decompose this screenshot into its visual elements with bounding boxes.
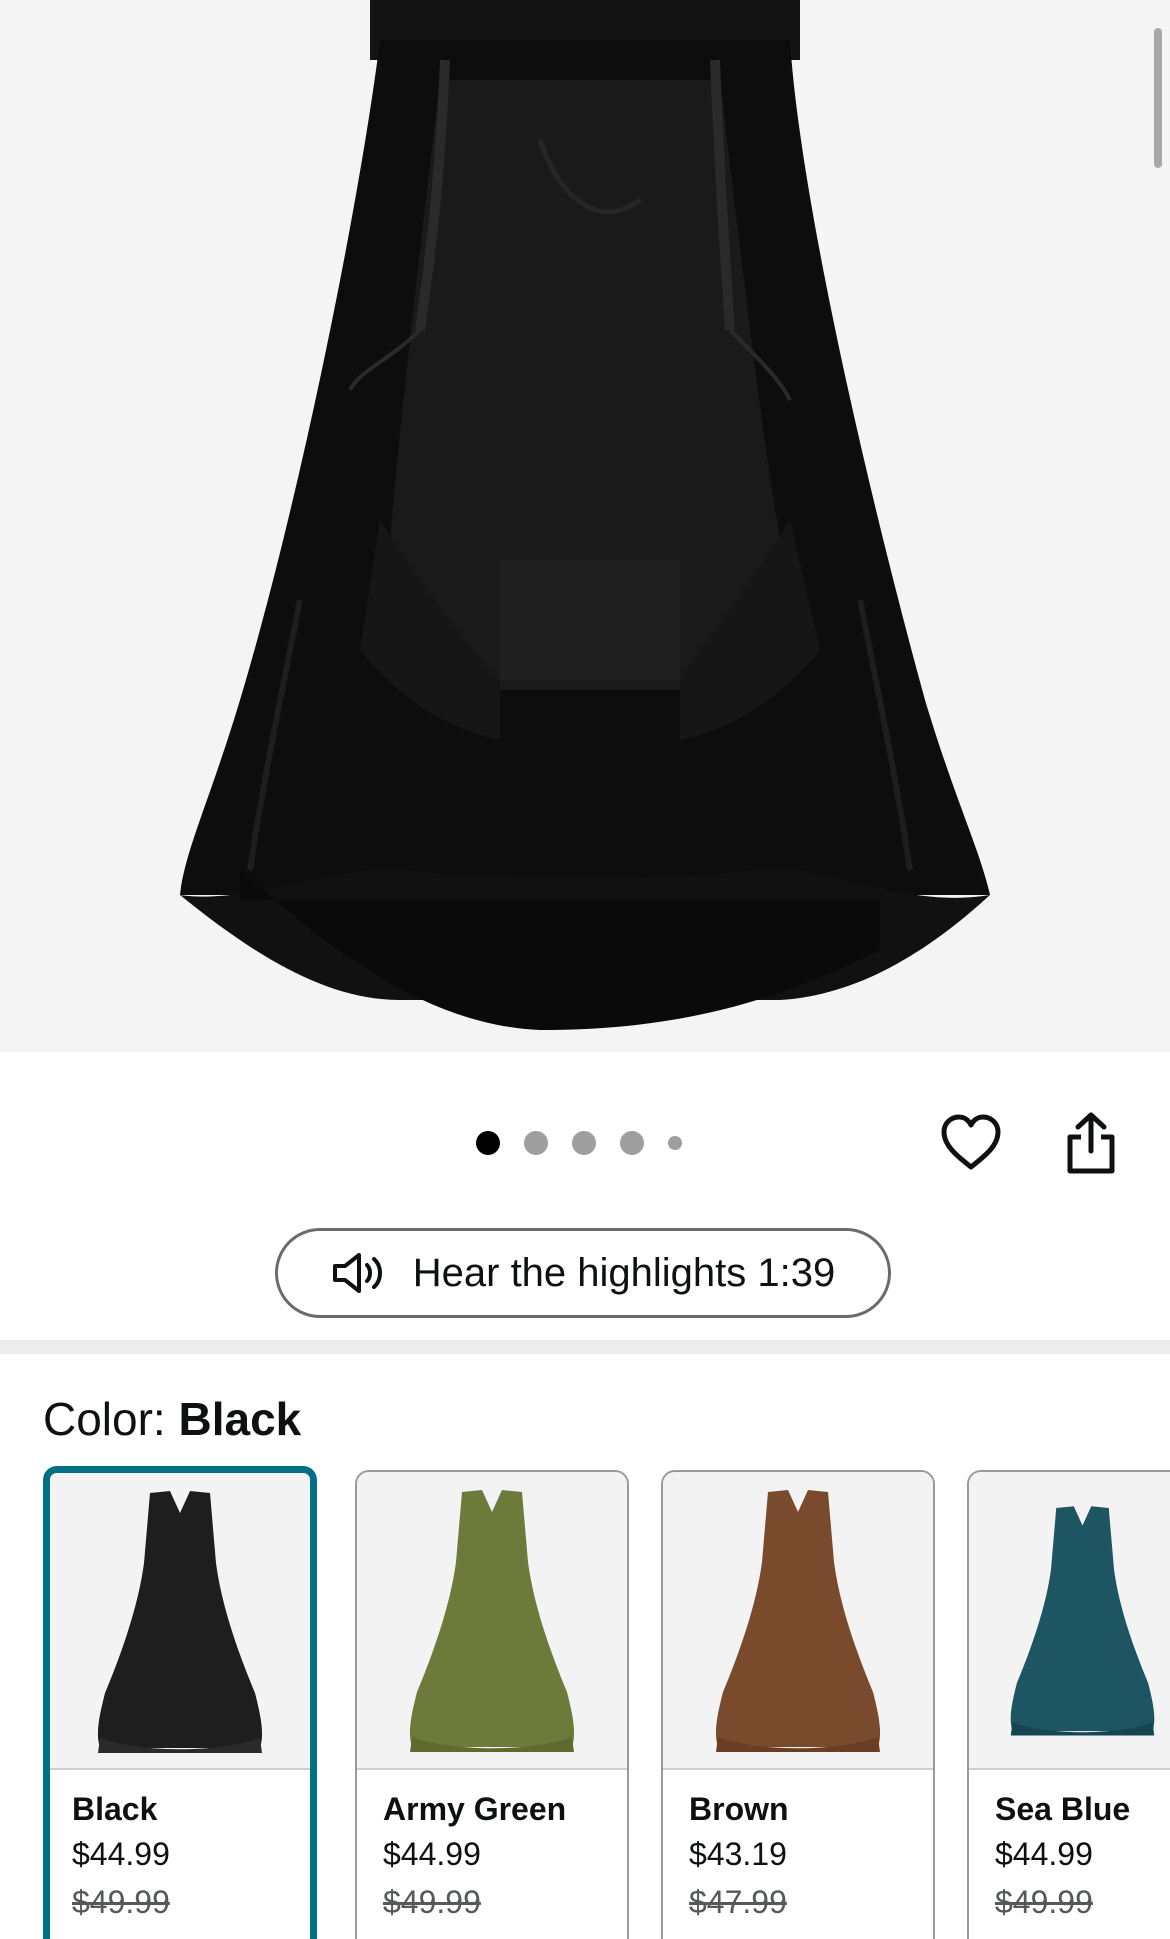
swatch-name: Sea Blue	[995, 1791, 1131, 1827]
swatch-thumbnail	[969, 1472, 1170, 1770]
pagination-dot-2[interactable]	[524, 1131, 548, 1155]
pagination-dot-4[interactable]	[620, 1131, 644, 1155]
swatch-card-sea-blue[interactable]: Sea Blue $44.99 $49.99	[967, 1470, 1170, 1939]
scrollbar[interactable]	[1154, 28, 1162, 168]
color-selection-label: Color: Black	[43, 1392, 301, 1446]
swatch-card-black[interactable]: Black $44.99 $49.99	[43, 1466, 317, 1939]
hear-highlights-button[interactable]: Hear the highlights 1:39	[275, 1228, 891, 1318]
favorite-button[interactable]	[936, 1108, 1006, 1178]
image-pagination-dots	[476, 1128, 682, 1158]
swatch-thumbnail	[663, 1472, 933, 1770]
swatch-name: Army Green	[383, 1791, 567, 1827]
swatch-thumbnail	[357, 1472, 627, 1770]
swatch-card-army-green[interactable]: Army Green $44.99 $49.99	[355, 1470, 629, 1939]
swatch-list-price: $49.99	[995, 1884, 1093, 1920]
hear-highlights-label: Hear the highlights 1:39	[412, 1250, 836, 1295]
swatch-price: $43.19	[689, 1836, 787, 1872]
swatch-list-price: $47.99	[689, 1884, 787, 1920]
pagination-dot-5[interactable]	[668, 1136, 682, 1150]
section-divider	[0, 1340, 1170, 1354]
swatch-card-brown[interactable]: Brown $43.19 $47.99	[661, 1470, 935, 1939]
swatch-price: $44.99	[383, 1836, 481, 1872]
share-button[interactable]	[1056, 1108, 1126, 1178]
swatch-thumbnail	[50, 1473, 310, 1770]
pagination-dot-1[interactable]	[476, 1131, 500, 1155]
swatch-name: Black	[72, 1791, 158, 1827]
color-swatch-carousel[interactable]: Black $44.99 $49.99 Army Green $44.99 $4…	[0, 1466, 1170, 1939]
skirt-image	[180, 0, 990, 1030]
pagination-dot-3[interactable]	[572, 1131, 596, 1155]
color-selected-value: Black	[178, 1393, 302, 1445]
speaker-icon	[332, 1253, 382, 1293]
swatch-name: Brown	[689, 1791, 789, 1827]
swatch-list-price: $49.99	[383, 1884, 481, 1920]
swatch-price: $44.99	[995, 1836, 1093, 1872]
swatch-list-price: $49.99	[72, 1884, 170, 1920]
swatch-price: $44.99	[72, 1836, 170, 1872]
heart-icon	[941, 1114, 1001, 1170]
product-image[interactable]	[0, 0, 1170, 1052]
share-icon	[1067, 1112, 1115, 1174]
color-prefix: Color:	[43, 1393, 179, 1445]
